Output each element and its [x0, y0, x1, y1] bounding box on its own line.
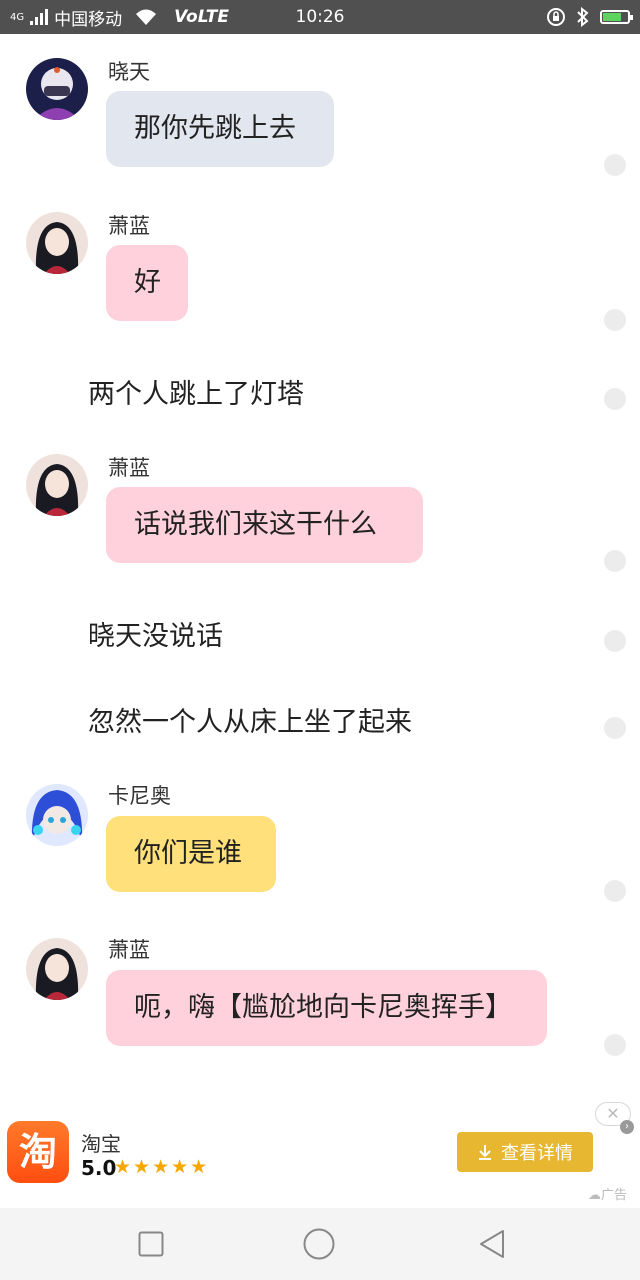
navigation-bar: [0, 1208, 640, 1280]
status-bar: 4G 中国移动 VoLTE 10:26: [0, 0, 640, 34]
read-status-dot: [604, 630, 626, 652]
read-status-dot: [604, 550, 626, 572]
carrier-name: 中国移动: [54, 9, 123, 30]
signal-icon: [30, 9, 49, 25]
back-triangle-icon: [480, 1230, 504, 1258]
read-status-dot: [604, 1034, 626, 1056]
narration-text[interactable]: 忽然一个人从床上坐了起来: [88, 700, 412, 739]
rating-stars-icon: ★★★★★: [114, 1156, 210, 1178]
message-bubble[interactable]: 那你先跳上去: [106, 91, 334, 167]
narration-text[interactable]: 晓天没说话: [88, 614, 223, 653]
home-button[interactable]: [303, 1228, 335, 1260]
rotation-lock-icon: [547, 8, 565, 26]
blue-hair-boy-avatar[interactable]: [26, 784, 88, 846]
taobao-app-icon[interactable]: 淘: [7, 1121, 69, 1183]
status-left: 4G 中国移动 VoLTE: [10, 5, 270, 30]
ad-app-name: 淘宝: [81, 1132, 121, 1156]
read-status-dot: [604, 309, 626, 331]
recent-apps-button[interactable]: [135, 1228, 167, 1260]
dark-hair-girl-avatar[interactable]: [26, 212, 88, 274]
circle-icon: [303, 1228, 335, 1260]
sender-name: 晓天: [108, 60, 150, 84]
sender-name: 萧蓝: [108, 214, 150, 238]
bluetooth-icon: [577, 7, 589, 27]
sender-name: 卡尼奥: [108, 784, 171, 808]
dark-hair-girl-avatar[interactable]: [26, 938, 88, 1000]
cloud-icon: ☁: [588, 1188, 601, 1203]
back-button[interactable]: [476, 1228, 508, 1260]
network-type: 4G: [10, 11, 25, 23]
message-bubble[interactable]: 你们是谁: [106, 816, 276, 892]
ad-tag-text: 广告: [601, 1188, 628, 1203]
ad-banner[interactable]: 淘 淘宝 5.0 ★★★★★ 查看详情 ✕ › ☁广告: [0, 1100, 640, 1208]
battery-icon: [600, 10, 633, 24]
dark-hair-girl-avatar[interactable]: [26, 454, 88, 516]
ad-label: ☁广告: [588, 1184, 627, 1203]
message-bubble[interactable]: 呃，嗨【尴尬地向卡尼奥挥手】: [106, 970, 547, 1046]
read-status-dot: [604, 388, 626, 410]
view-details-label: 查看详情: [501, 1143, 573, 1164]
ad-info-icon[interactable]: ›: [620, 1120, 634, 1134]
sender-name: 萧蓝: [108, 938, 150, 962]
read-status-dot: [604, 154, 626, 176]
sender-name: 萧蓝: [108, 456, 150, 480]
read-status-dot: [604, 717, 626, 739]
message-bubble[interactable]: 话说我们来这干什么: [106, 487, 423, 563]
ad-rating: 5.0: [81, 1156, 117, 1180]
masked-boy-avatar[interactable]: [26, 58, 88, 120]
narration-text[interactable]: 两个人跳上了灯塔: [88, 372, 304, 411]
square-icon: [138, 1231, 164, 1257]
message-bubble[interactable]: 好: [106, 245, 188, 321]
view-details-button[interactable]: 查看详情: [457, 1132, 593, 1172]
volte-label: VoLTE: [174, 7, 229, 27]
read-status-dot: [604, 880, 626, 902]
download-icon: [479, 1145, 491, 1160]
wifi-icon: [136, 9, 157, 25]
